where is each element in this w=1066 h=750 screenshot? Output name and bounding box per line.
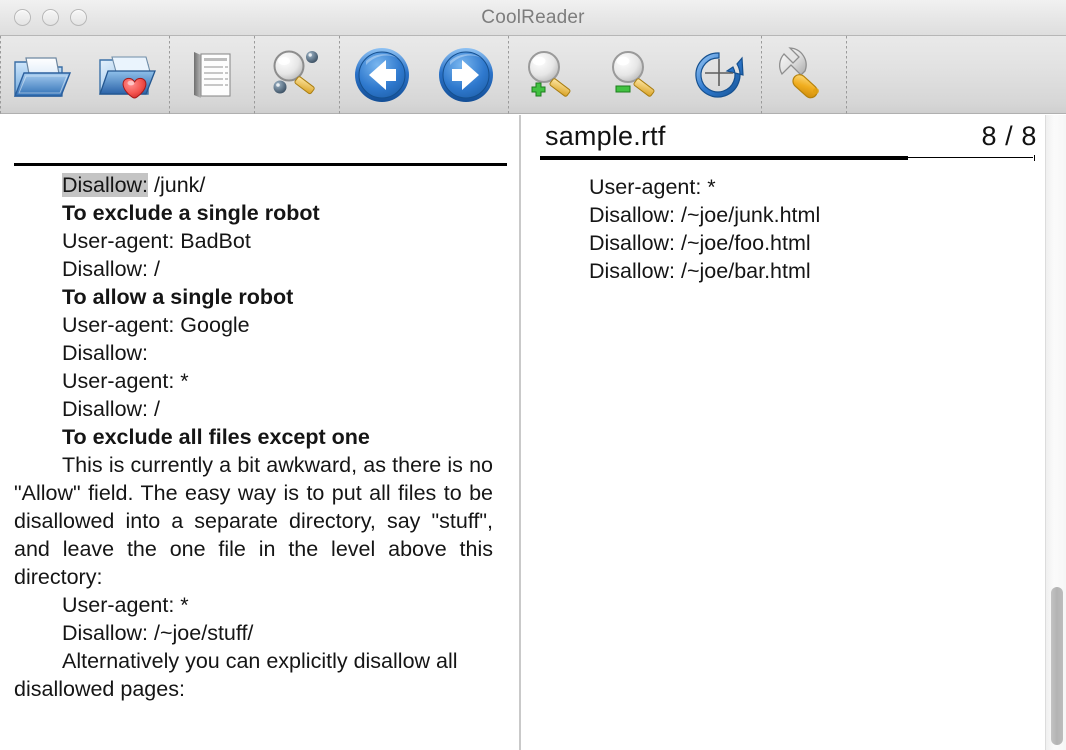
document-filename: sample.rtf (545, 121, 666, 151)
text-line: User-agent: Google (62, 313, 250, 337)
forward-button[interactable] (424, 36, 508, 114)
text-line: User-agent: * (589, 175, 716, 199)
zoom-in-button[interactable] (509, 36, 593, 114)
zoom-out-icon (604, 46, 666, 104)
text-line: User-agent: * (62, 369, 189, 393)
text-line: Disallow: / (62, 397, 160, 421)
text-heading: To allow a single robot (62, 285, 294, 309)
open-file-button[interactable] (1, 36, 85, 114)
right-page[interactable]: sample.rtf 8 / 8 User-agent: * Disallow:… (521, 115, 1045, 750)
window-title: CoolReader (481, 7, 585, 28)
toolbar-group-navigation (170, 36, 254, 114)
progress-remaining (908, 157, 1033, 158)
left-page-text: Disallow: /junk/ To exclude a single rob… (0, 166, 519, 703)
text-line: Disallow: (62, 341, 149, 365)
favorites-folder-heart-icon (96, 49, 158, 101)
left-page-header (0, 115, 519, 166)
rotate-icon (689, 46, 749, 104)
page-indicator: 8 / 8 (981, 121, 1037, 151)
text-line: Disallow: / (62, 257, 160, 281)
title-bar: CoolReader (0, 0, 1066, 36)
arrow-back-icon (352, 45, 412, 105)
text-line: Disallow: /~joe/stuff/ (62, 621, 254, 645)
zoom-in-icon (520, 46, 582, 104)
arrow-forward-icon (436, 45, 496, 105)
coolreader-window: CoolReader Disallow: /junk/ To exclude a… (0, 0, 1066, 750)
right-page-text: User-agent: * Disallow: /~joe/junk.html … (521, 166, 1045, 285)
text-line-rest: /junk/ (148, 173, 206, 197)
left-page[interactable]: Disallow: /junk/ To exclude a single rob… (0, 115, 519, 750)
toolbar-group-zoom (509, 36, 761, 114)
find-text-button[interactable] (255, 36, 339, 114)
text-paragraph: Alternatively you can explicitly disallo… (14, 649, 458, 701)
scrollbar-thumb[interactable] (1051, 587, 1063, 745)
toolbar-group-settings (762, 36, 846, 114)
text-paragraph: This is currently a bit awkward, as ther… (14, 453, 493, 589)
right-page-header: sample.rtf 8 / 8 (521, 115, 1045, 166)
open-folder-icon (12, 49, 74, 101)
progress-filled (540, 156, 908, 160)
toolbar-group-file (1, 36, 169, 114)
text-line: Disallow: /~joe/foo.html (589, 231, 811, 255)
zoom-out-button[interactable] (593, 36, 677, 114)
reader-panes: Disallow: /junk/ To exclude a single rob… (0, 115, 1066, 750)
table-of-contents-button[interactable] (170, 36, 254, 114)
highlighted-text: Disallow: (62, 173, 149, 197)
text-line: Disallow: /~joe/junk.html (589, 203, 821, 227)
back-button[interactable] (340, 36, 424, 114)
text-line: Disallow: /~joe/bar.html (589, 259, 811, 283)
rotate-button[interactable] (677, 36, 761, 114)
table-of-contents-icon (181, 48, 243, 102)
progress-end-tick (1034, 155, 1035, 161)
vertical-scrollbar[interactable] (1045, 115, 1066, 750)
toolbar (0, 35, 1066, 114)
text-line: User-agent: * (62, 593, 189, 617)
wrench-settings-icon (771, 46, 837, 104)
text-heading: To exclude a single robot (62, 201, 320, 225)
text-line: User-agent: BadBot (62, 229, 251, 253)
reading-progress-bar (540, 155, 1035, 161)
search-magnifier-icon (263, 46, 331, 104)
text-heading: To exclude all files except one (62, 425, 370, 449)
toolbar-group-search (255, 36, 339, 114)
settings-button[interactable] (762, 36, 846, 114)
toolbar-group-history (340, 36, 508, 114)
text-line: Disallow: /junk/ (14, 171, 493, 199)
open-recent-book-button[interactable] (85, 36, 169, 114)
